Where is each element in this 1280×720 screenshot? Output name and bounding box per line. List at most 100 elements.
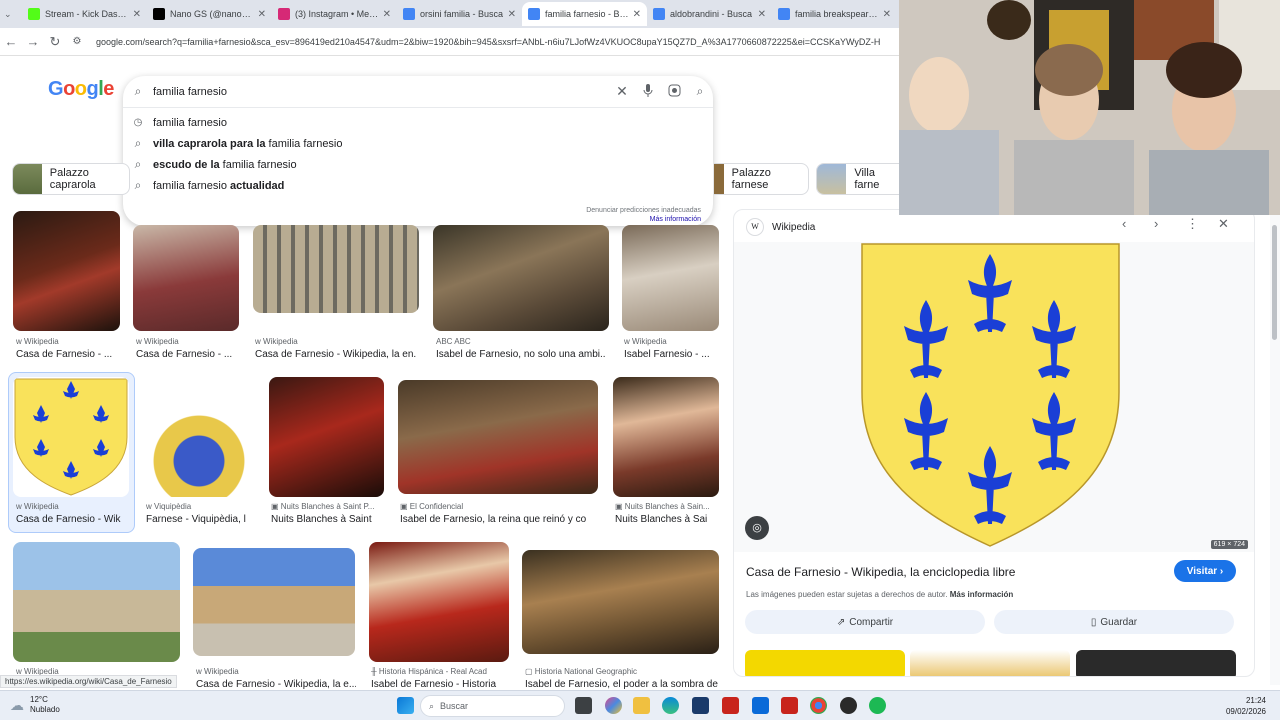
suggestion-item[interactable]: ⌕ villa caprarola para la familia farnes… xyxy=(123,133,713,154)
result-image[interactable] xyxy=(133,225,239,331)
panel-source[interactable]: W Wikipedia xyxy=(746,218,815,236)
chip-palazzo-farnese[interactable]: Palazzo farnese xyxy=(714,163,809,195)
tab-close-icon[interactable]: ✕ xyxy=(633,9,641,20)
copyright-text: Las imágenes pueden estar sujetas a dere… xyxy=(746,590,948,599)
camera-lens-icon[interactable] xyxy=(661,84,687,100)
visit-button[interactable]: Visitar › xyxy=(1174,560,1236,582)
search-input[interactable]: familia farnesio xyxy=(153,86,609,98)
result-title[interactable]: Nuits Blanches à Saint xyxy=(271,514,384,525)
result-image[interactable] xyxy=(398,380,598,494)
tab-close-icon[interactable]: ✕ xyxy=(383,9,391,20)
link-status-url: https://es.wikipedia.org/wiki/Casa_de_Fa… xyxy=(0,675,177,688)
result-image[interactable] xyxy=(522,550,719,654)
browser-tab[interactable]: familia farnesio - Bus ✕ xyxy=(522,2,647,26)
result-title[interactable]: Farnese - Viquipèdia, l xyxy=(146,514,252,525)
browser-tab[interactable]: aldobrandini - Busca ✕ xyxy=(647,2,772,26)
tab-close-icon[interactable]: ✕ xyxy=(758,9,766,20)
forward-icon[interactable]: → xyxy=(22,34,44,49)
more-options-icon[interactable]: ⋮ xyxy=(1186,216,1199,232)
system-clock[interactable]: 21:24 09/02/2026 xyxy=(1226,695,1266,717)
result-image[interactable] xyxy=(622,225,719,331)
suggestion-item[interactable]: ◷ familia farnesio xyxy=(123,112,713,133)
suggestion-item[interactable]: ⌕ familia farnesio actualidad xyxy=(123,175,713,196)
tab-list-icon[interactable]: ⌄ xyxy=(4,9,22,20)
more-info-link[interactable]: Más información xyxy=(586,215,701,224)
spotify-icon[interactable] xyxy=(869,697,886,714)
copilot-icon[interactable] xyxy=(605,697,622,714)
result-title[interactable]: Isabel de Farnesio, no solo una ambi... xyxy=(436,349,606,360)
dropbox-icon[interactable] xyxy=(752,697,769,714)
search-submit-icon[interactable]: ⌕ xyxy=(687,84,713,99)
browser-tab[interactable]: orsini familia - Busca ✕ xyxy=(397,2,522,26)
weather-widget[interactable]: ☁ 12°C Nublado xyxy=(10,695,60,715)
reload-icon[interactable]: ↻ xyxy=(44,34,66,50)
chip-villa-farnesina[interactable]: Villa farne xyxy=(816,163,900,195)
microphone-icon[interactable] xyxy=(635,83,661,100)
url-text[interactable]: google.com/search?q=familia+farnesio&sca… xyxy=(96,37,896,47)
share-button[interactable]: ⇗ Compartir xyxy=(745,610,985,634)
edge-icon[interactable] xyxy=(662,697,679,714)
result-image[interactable] xyxy=(369,542,509,662)
store-icon[interactable] xyxy=(692,697,709,714)
google-logo[interactable]: Google xyxy=(48,78,114,101)
suggestion-item[interactable]: ⌕ escudo de la familia farnesio xyxy=(123,154,713,175)
browser-tab[interactable]: (3) Instagram • Mens ✕ xyxy=(272,2,397,26)
result-title[interactable]: Nuits Blanches à Sai xyxy=(615,514,719,525)
panel-title[interactable]: Casa de Farnesio - Wikipedia, la enciclo… xyxy=(746,565,1015,579)
site-info-icon[interactable]: ⚙ xyxy=(66,36,88,47)
result-title[interactable]: Casa de Farnesio - Wik xyxy=(16,514,131,525)
previous-icon[interactable]: ‹ xyxy=(1122,216,1126,231)
coat-of-arms-image[interactable] xyxy=(734,242,1255,552)
file-explorer-icon[interactable] xyxy=(633,697,650,714)
result-image[interactable] xyxy=(253,225,419,313)
tab-close-icon[interactable]: ✕ xyxy=(883,9,891,20)
taskbar-search-label: Buscar xyxy=(440,701,469,711)
result-title[interactable]: Isabel de Farnesio, la reina que reinó y… xyxy=(400,514,596,525)
app-l-icon[interactable] xyxy=(722,697,739,714)
clock-time: 21:24 xyxy=(1245,696,1266,705)
related-image[interactable] xyxy=(910,650,1070,676)
more-info-link[interactable]: Más información xyxy=(950,590,1014,599)
report-link[interactable]: Denunciar predicciones inadecuadas xyxy=(586,206,701,215)
result-title[interactable]: Casa de Farnesio - ... xyxy=(16,349,116,360)
browser-tab[interactable]: familia breakspear - I ✕ xyxy=(772,2,897,26)
result-image[interactable] xyxy=(13,211,120,331)
tab-label: familia breakspear - I xyxy=(795,9,879,19)
obs-icon[interactable] xyxy=(840,697,857,714)
app-m-icon[interactable] xyxy=(781,697,798,714)
task-view-icon[interactable] xyxy=(575,697,592,714)
result-title[interactable]: Isabel de Farnesio - Historia xyxy=(371,679,511,690)
related-image[interactable] xyxy=(745,650,905,676)
browser-tab[interactable]: Nano GS (@nanogs... ✕ xyxy=(147,2,272,26)
next-icon[interactable]: › xyxy=(1154,216,1158,231)
tab-favicon-icon xyxy=(653,8,665,20)
tab-close-icon[interactable]: ✕ xyxy=(258,9,266,20)
result-image-coat-of-arms[interactable] xyxy=(13,377,129,497)
result-title[interactable]: Casa de Farnesio - Wikipedia, la en... xyxy=(255,349,417,360)
result-image[interactable] xyxy=(193,548,355,656)
chip-palazzo-caprarola[interactable]: Palazzo caprarola xyxy=(12,163,130,195)
tab-label: orsini familia - Busca xyxy=(420,9,504,19)
result-title[interactable]: Casa de Farnesio - Wikipedia, la e... xyxy=(196,679,356,690)
tab-close-icon[interactable]: ✕ xyxy=(133,9,141,20)
save-button[interactable]: ▯ Guardar xyxy=(994,610,1234,634)
lens-search-icon[interactable]: ◎ xyxy=(745,516,769,540)
scrollbar-thumb[interactable] xyxy=(1272,225,1277,340)
result-title[interactable]: Casa de Farnesio - ... xyxy=(136,349,236,360)
result-image[interactable] xyxy=(13,542,180,662)
result-title[interactable]: Isabel Farnesio - ... xyxy=(624,349,719,360)
result-image[interactable] xyxy=(269,377,384,497)
back-icon[interactable]: ← xyxy=(0,34,22,49)
result-image[interactable] xyxy=(613,377,719,497)
chrome-icon[interactable] xyxy=(810,697,827,714)
result-image[interactable] xyxy=(433,225,609,331)
clear-icon[interactable]: ✕ xyxy=(609,83,635,100)
windows-start-icon[interactable] xyxy=(397,697,414,714)
related-image[interactable] xyxy=(1076,650,1236,676)
tab-close-icon[interactable]: ✕ xyxy=(508,9,516,20)
result-image[interactable] xyxy=(145,377,253,497)
taskbar-search[interactable]: ⌕ Buscar xyxy=(420,695,565,717)
close-icon[interactable]: ✕ xyxy=(1218,216,1229,232)
result-title[interactable]: Isabel de Farnesio, el poder a la sombra… xyxy=(525,679,719,690)
browser-tab[interactable]: Stream - Kick Dashbo ✕ xyxy=(22,2,147,26)
